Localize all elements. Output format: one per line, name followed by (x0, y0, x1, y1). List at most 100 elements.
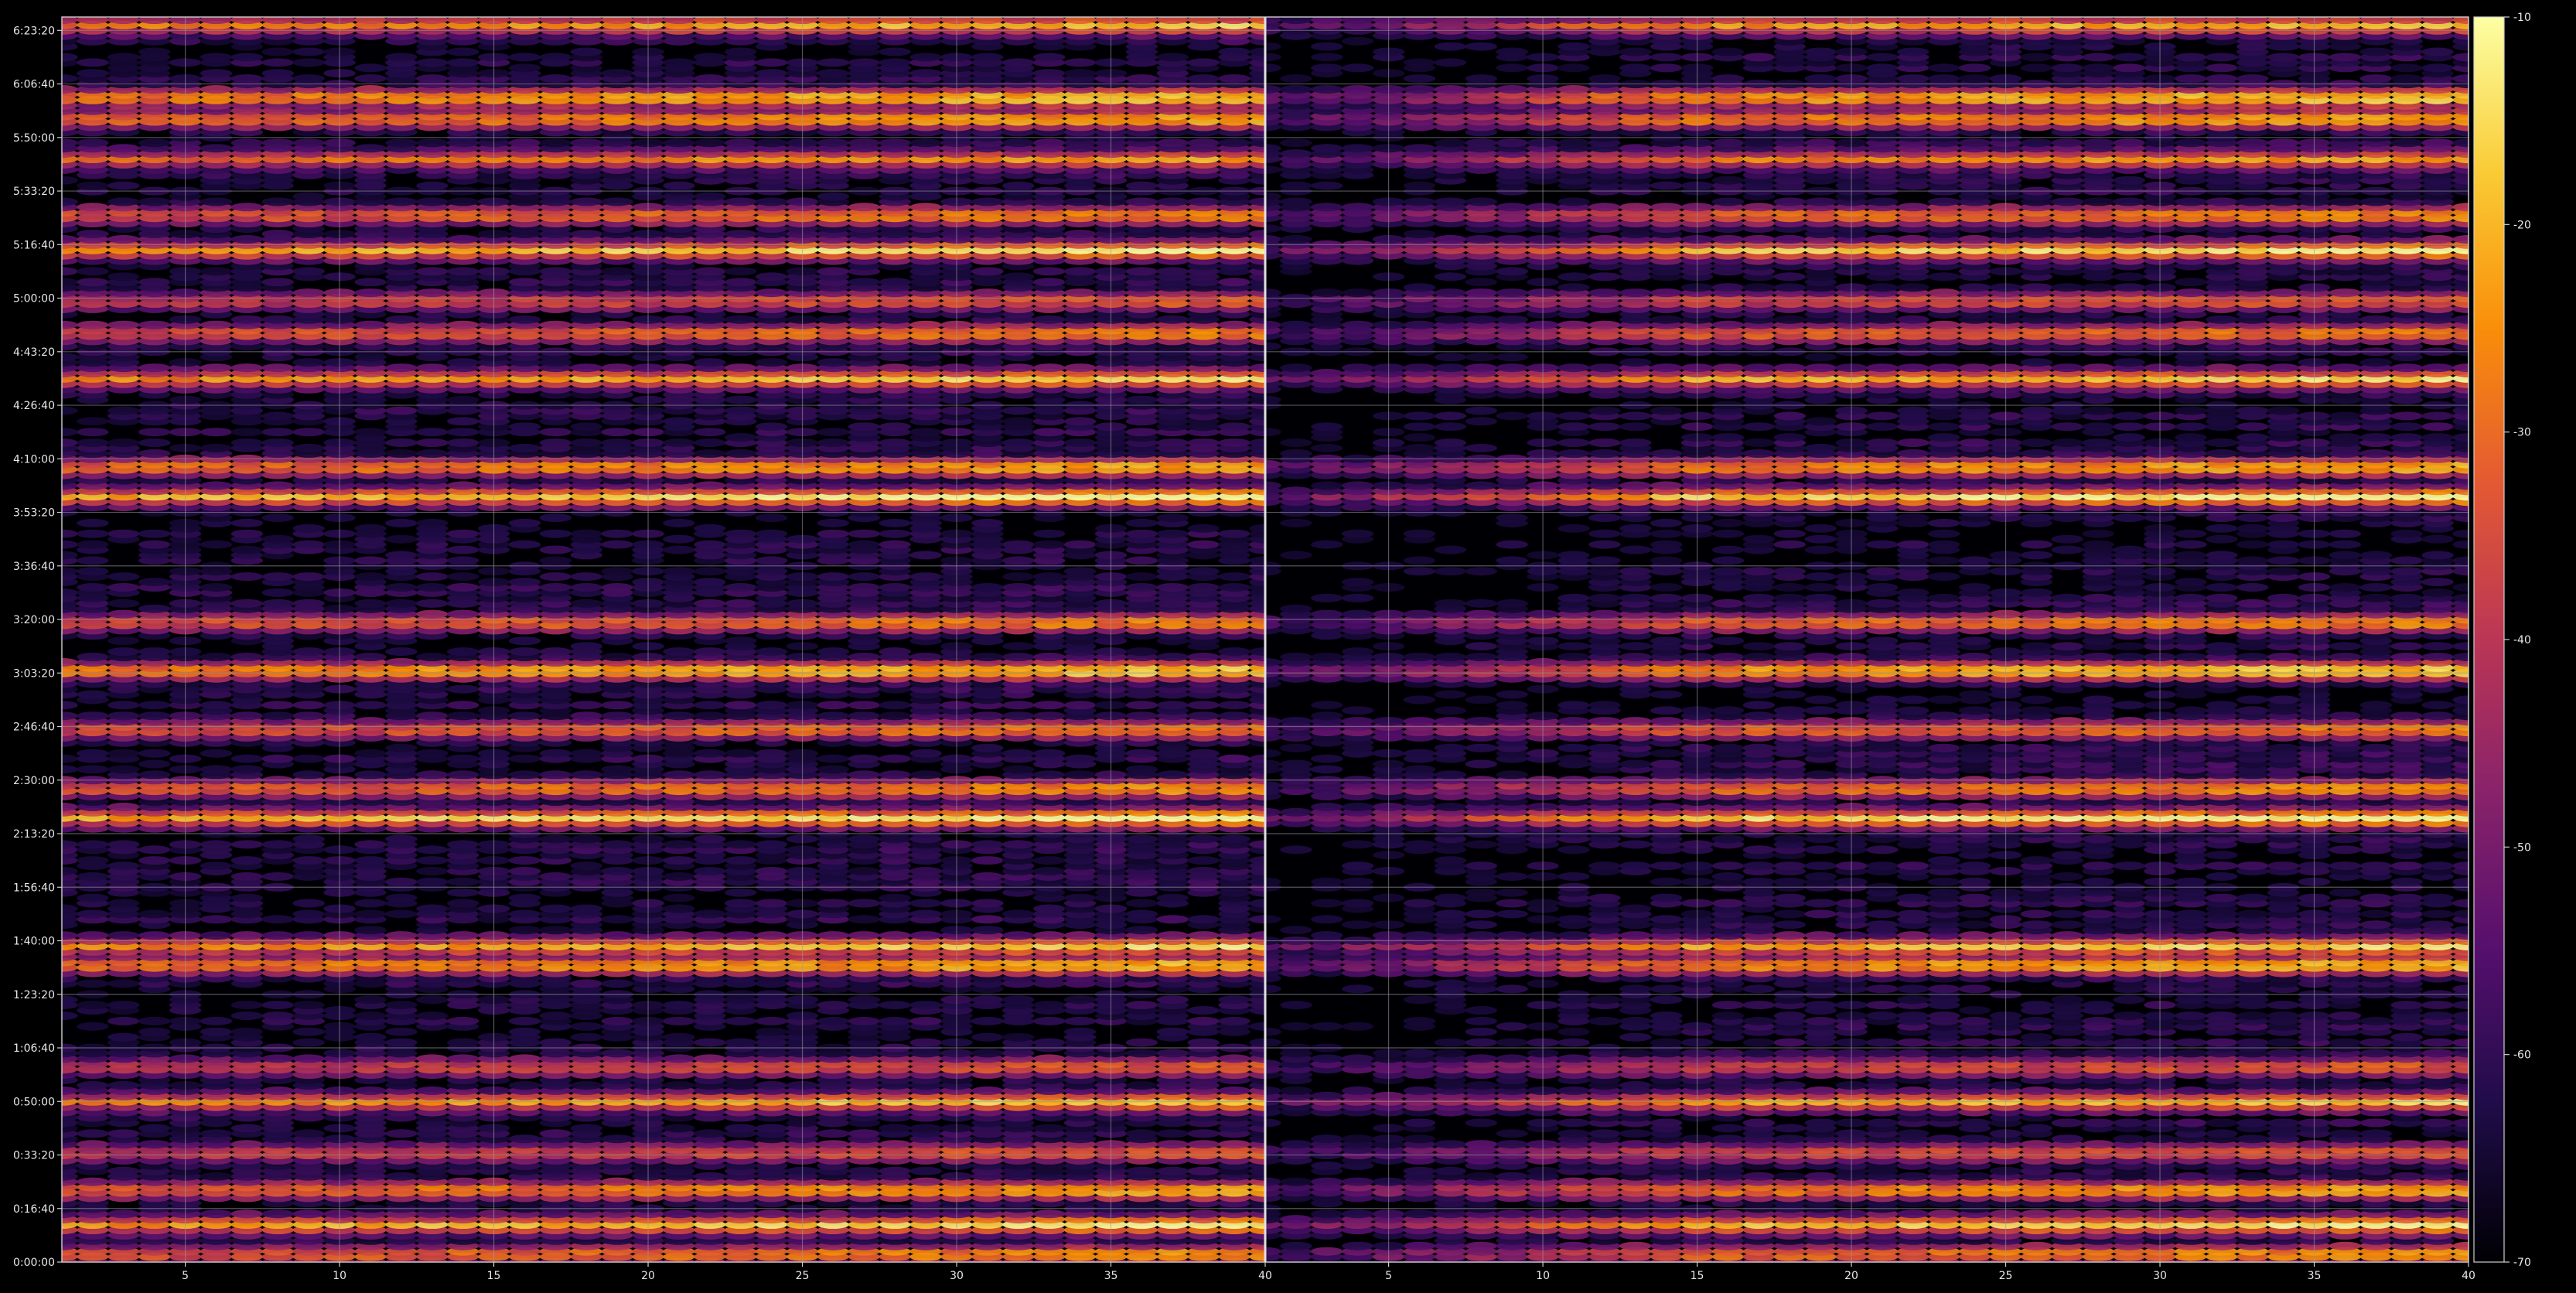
heatmap-cell (971, 1032, 1004, 1042)
heatmap-cell (508, 754, 541, 763)
heatmap-cell (909, 899, 942, 908)
heatmap-cell (539, 1012, 572, 1020)
heatmap-cell (1187, 1129, 1220, 1138)
heatmap-cell (261, 711, 294, 721)
heatmap-cell (1125, 572, 1158, 582)
heatmap-cell (601, 540, 633, 549)
heatmap-cell (1125, 711, 1158, 721)
heatmap-cell (385, 893, 418, 902)
heatmap-cell (663, 1081, 695, 1090)
heatmap-cell (971, 856, 1004, 865)
heatmap-cell (1002, 572, 1035, 582)
heatmap-cell (261, 1012, 294, 1020)
heatmap-cell (663, 545, 695, 554)
heatmap-cell (1218, 754, 1250, 763)
heatmap-cell (971, 1049, 1004, 1058)
heatmap-cell (1063, 701, 1097, 710)
heatmap-cell (385, 647, 418, 657)
heatmap-cell (755, 1124, 788, 1133)
heatmap-cell (230, 840, 264, 849)
heatmap-cell (1063, 540, 1097, 549)
heatmap-cell (601, 1016, 633, 1025)
heatmap-cell (1187, 653, 1220, 661)
heatmap-cell (817, 529, 850, 538)
heatmap-cell (447, 770, 479, 780)
heatmap-cell (354, 770, 387, 780)
heatmap-cell (879, 931, 911, 940)
heatmap-cell (447, 545, 479, 554)
heatmap-cell (725, 599, 757, 608)
heatmap-cell (416, 583, 449, 592)
heatmap-cell (1125, 1129, 1158, 1138)
heatmap-cell (663, 1001, 695, 1010)
heatmap-cell (755, 899, 788, 908)
heatmap-cell (725, 583, 757, 592)
heatmap-cell (909, 551, 942, 560)
heatmap-cell (663, 904, 695, 913)
heatmap-cell (200, 540, 233, 549)
heatmap-cell (447, 840, 479, 849)
heatmap-cell (570, 529, 602, 538)
heatmap-cell (601, 931, 633, 940)
heatmap-cell (385, 1001, 418, 1010)
heatmap-cell (601, 701, 633, 710)
heatmap-cell (909, 770, 942, 780)
heatmap-cell (694, 770, 726, 780)
heatmap-cell (354, 599, 387, 608)
heatmap-cell (694, 1172, 726, 1181)
heatmap-cell (1125, 834, 1158, 844)
heatmap-cell (601, 1134, 633, 1144)
heatmap-cell (1187, 567, 1220, 576)
heatmap-cell (385, 1129, 418, 1138)
heatmap-cell (385, 449, 418, 458)
heatmap-cell (663, 931, 695, 940)
heatmap-cell (508, 893, 541, 902)
heatmap-cell (1125, 765, 1158, 774)
heatmap-cell (385, 743, 418, 752)
heatmap-cell (848, 1166, 881, 1175)
heatmap-cell (601, 1177, 633, 1186)
heatmap-cell (1125, 583, 1158, 592)
heatmap-cell (385, 657, 418, 667)
heatmap-cell (138, 931, 171, 940)
heatmap-cell (1218, 995, 1250, 1005)
heatmap-cell (200, 749, 233, 758)
heatmap-cell (817, 572, 850, 582)
heatmap-cell (354, 749, 387, 758)
heatmap-cell (1218, 1054, 1250, 1063)
heatmap-cell (77, 653, 109, 661)
heatmap-cell (570, 861, 602, 871)
heatmap-cell (663, 872, 695, 881)
heatmap-cell (508, 770, 541, 780)
heatmap-cell (77, 711, 109, 721)
heatmap-cell (138, 1016, 171, 1025)
heatmap-cell (539, 556, 572, 565)
heatmap-cell (508, 540, 541, 549)
heatmap-cell (755, 1027, 788, 1036)
heatmap-cell (138, 1140, 171, 1149)
heatmap-cell (601, 583, 633, 592)
heatmap-cell (601, 915, 633, 924)
heatmap-cell (971, 711, 1004, 721)
heatmap-cell (261, 1001, 294, 1010)
heatmap-cell (755, 931, 788, 940)
heatmap-cell (663, 893, 695, 902)
heatmap-cell (416, 904, 449, 913)
heatmap-cell (755, 867, 788, 875)
heatmap-cell (1002, 556, 1035, 565)
heatmap-cell (447, 711, 479, 721)
heatmap-cell (107, 711, 140, 721)
heatmap-cell (694, 701, 726, 710)
heatmap-cell (292, 834, 325, 844)
heatmap-cell (694, 481, 726, 490)
heatmap-cell (663, 1032, 695, 1042)
heatmap-cell (385, 1140, 418, 1149)
heatmap-cell (230, 599, 264, 608)
heatmap-cell (663, 1209, 695, 1219)
heatmap-cell (447, 1038, 479, 1047)
heatmap-cell (1187, 1016, 1220, 1025)
heatmap-cell (200, 1129, 233, 1138)
heatmap-cell (570, 749, 602, 758)
heatmap-cell (138, 856, 171, 865)
heatmap-cell (694, 1054, 726, 1063)
